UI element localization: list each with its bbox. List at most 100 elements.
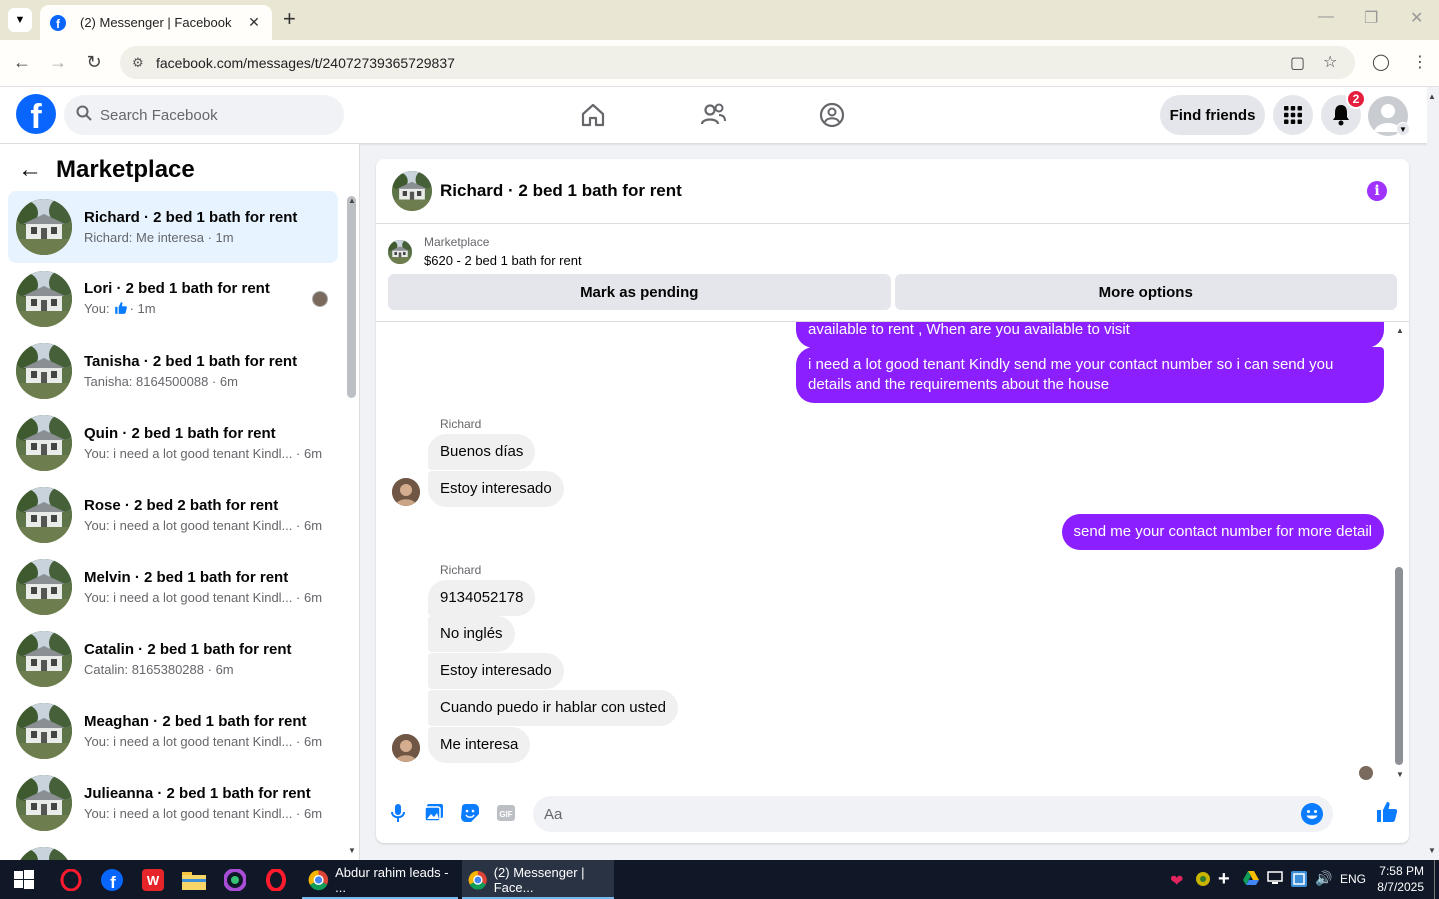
mark-as-pending-button[interactable]: Mark as pending [388,274,891,310]
taskbar-app-chrome-leads[interactable]: Abdur rahim leads - ... [302,860,458,899]
conversation-item[interactable]: Lori · 2 bed 1 bath for rent You: · 1m [8,263,338,335]
new-tab-button[interactable]: + [283,8,296,30]
search-input[interactable] [100,106,320,124]
thumbs-up-icon[interactable] [1375,800,1399,824]
facebook-app-icon[interactable]: f [99,867,125,893]
conversation-time: 6m [215,662,234,677]
conversation-item[interactable]: Julieanna · 2 bed 1 bath for rent You: i … [8,767,338,839]
conversation-item[interactable]: Melvin · 2 bed 1 bath for rent You: i nee… [8,551,338,623]
back-arrow-icon[interactable]: ← [18,156,48,184]
sender-avatar[interactable] [392,478,420,506]
conversation-item[interactable]: Catalin · 2 bed 1 bath for rent Catalin: … [8,623,338,695]
volume-icon[interactable]: 🔊 [1315,870,1332,887]
info-icon[interactable]: i [1367,181,1387,201]
chrome-menu-icon[interactable]: ⋮ [1412,52,1428,72]
sender-name: Richard [440,417,482,431]
forward-arrow-icon[interactable]: → [47,52,69,73]
sidebar-scrollbar[interactable] [347,196,356,398]
conversation-name: Catalin · 2 bed 1 bath for rent [84,641,292,658]
message-incoming: 9134052178 [428,580,536,616]
page-scroll-down-icon[interactable]: ▼ [1428,846,1436,855]
back-arrow-icon[interactable]: ← [11,52,33,73]
message-input-box[interactable] [533,796,1333,832]
sticker-icon[interactable] [459,802,481,824]
conversation-name: Lori · 2 bed 1 bath for rent [84,280,270,297]
groups-icon[interactable] [812,98,852,132]
drive-tray-icon[interactable] [1243,871,1259,889]
find-friends-button[interactable]: Find friends [1160,95,1265,135]
listing-thumbnail [16,271,72,327]
conversation-item[interactable]: Meaghan · 2 bed 1 bath for rent You: i ne… [8,695,338,767]
message-input[interactable] [544,805,1284,823]
restore-button[interactable]: ❐ [1364,8,1378,28]
close-window-button[interactable]: ✕ [1410,8,1423,28]
site-settings-icon[interactable]: ⚙ [132,55,152,71]
gif-icon[interactable]: GIF [495,802,517,824]
facebook-logo-icon[interactable]: f [16,94,56,134]
seen-avatar [312,291,328,307]
windows-start-icon[interactable] [11,867,37,893]
bookmark-star-icon[interactable]: ☆ [1323,52,1337,72]
conversation-preview: Catalin: 8165380288 [84,662,204,677]
conversation-list: Richard · 2 bed 1 bath for rent Richard: … [8,191,338,860]
show-desktop-button[interactable] [1434,860,1435,899]
taskbar-app-messenger[interactable]: (2) Messenger | Face... [462,860,614,899]
conversation-item[interactable]: Tanisha · 2 bed 1 bath for rent Tanisha: … [8,335,338,407]
close-tab-icon[interactable]: ✕ [246,14,262,31]
menu-grid-button[interactable] [1273,95,1313,135]
conversation-item[interactable]: Quin · 2 bed 1 bath for rent You: i need … [8,407,338,479]
microphone-icon[interactable] [387,802,409,824]
scroll-down-arrow-icon[interactable]: ▼ [1396,770,1404,779]
heart-tray-icon[interactable]: ❤ [1170,871,1183,891]
separator-dot: · [204,662,216,677]
home-icon[interactable] [573,98,613,132]
conversation-name: Quin · 2 bed 1 bath for rent [84,425,276,442]
photo-icon[interactable] [423,802,445,824]
page-scroll-up-icon[interactable]: ▲ [1428,92,1436,101]
browser-tab[interactable]: f (2) Messenger | Facebook ✕ [40,5,272,40]
file-explorer-icon[interactable] [181,867,207,893]
page-scrollbar[interactable] [1427,87,1439,860]
emoji-icon[interactable] [1301,803,1323,825]
conversation-item[interactable]: Rose · 2 bed 2 bath for rent You: i need … [8,479,338,551]
tab-title: (2) Messenger | Facebook [80,15,232,30]
conversation-time: 6m [219,374,238,389]
network-tray-icon[interactable] [1267,871,1283,888]
chevron-down-icon: ▼ [14,14,26,26]
conversation-time: 6m [303,590,323,605]
conversation-item[interactable]: Richard · 2 bed 1 bath for rent Richard: … [8,191,338,263]
conversation-preview: You: i need a lot good tenant Kindl... [84,518,293,533]
language-indicator[interactable]: ENG [1340,872,1366,886]
minimize-button[interactable]: — [1318,8,1334,26]
address-bar[interactable]: ⚙ facebook.com/messages/t/24072739365729… [120,46,1355,79]
account-chevron-icon[interactable]: ▼ [1396,122,1410,136]
listing-thumbnail [392,171,432,211]
display-tray-icon[interactable] [1291,871,1307,890]
browser-toolbar: ← → ↻ ⚙ facebook.com/messages/t/24072739… [0,40,1439,87]
scroll-down-arrow-icon[interactable]: ▼ [348,846,356,855]
message-incoming: Estoy interesado [428,471,564,507]
chat-header[interactable]: Richard · 2 bed 1 bath for rent i [376,159,1409,224]
conversation-name: Julieanna · 2 bed 1 bath for rent [84,785,311,802]
system-clock[interactable]: 7:58 PM 8/7/2025 [1372,863,1424,895]
profile-icon[interactable]: ◯ [1372,52,1390,72]
opera-gx-icon[interactable] [58,867,84,893]
opera-icon[interactable] [263,867,289,893]
search-box[interactable] [64,95,344,135]
conversation-item[interactable]: Freddrick · 2 bed 1 bath for rent [8,839,338,860]
scroll-up-arrow-icon[interactable]: ▲ [348,196,356,205]
install-app-icon[interactable]: ▢ [1290,53,1305,73]
color-app-icon[interactable] [222,867,248,893]
tray-app-icon[interactable] [1195,871,1211,890]
more-options-button[interactable]: More options [894,274,1397,310]
tab-search-button[interactable]: ▼ [8,8,32,32]
facebook-favicon-icon: f [50,14,66,31]
friends-icon[interactable] [693,98,733,132]
wps-office-icon[interactable]: W [140,867,166,893]
reload-icon[interactable]: ↻ [83,52,105,73]
thread-scrollbar[interactable] [1395,567,1403,765]
scroll-up-arrow-icon[interactable]: ▲ [1396,326,1404,335]
sender-avatar[interactable] [392,734,420,762]
listing-summary[interactable]: Marketplace $620 - 2 bed 1 bath for rent [388,235,582,268]
plus-tray-icon[interactable]: + [1218,868,1230,891]
